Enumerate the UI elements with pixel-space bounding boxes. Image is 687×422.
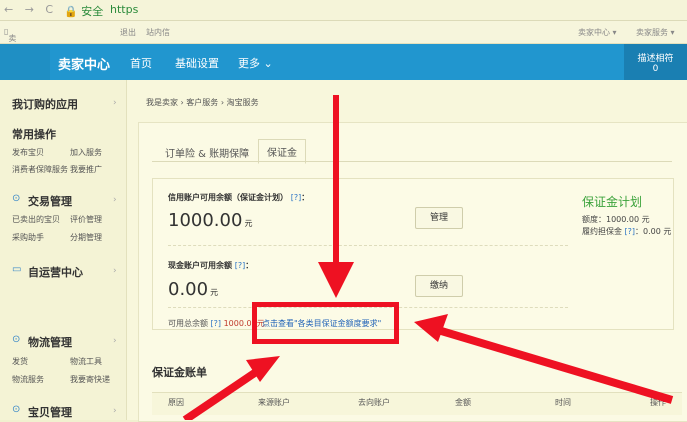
arrow-up-right bbox=[182, 356, 280, 420]
arrow-down bbox=[318, 95, 354, 298]
annotation-arrows bbox=[182, 95, 674, 420]
arrow-left bbox=[414, 314, 674, 404]
